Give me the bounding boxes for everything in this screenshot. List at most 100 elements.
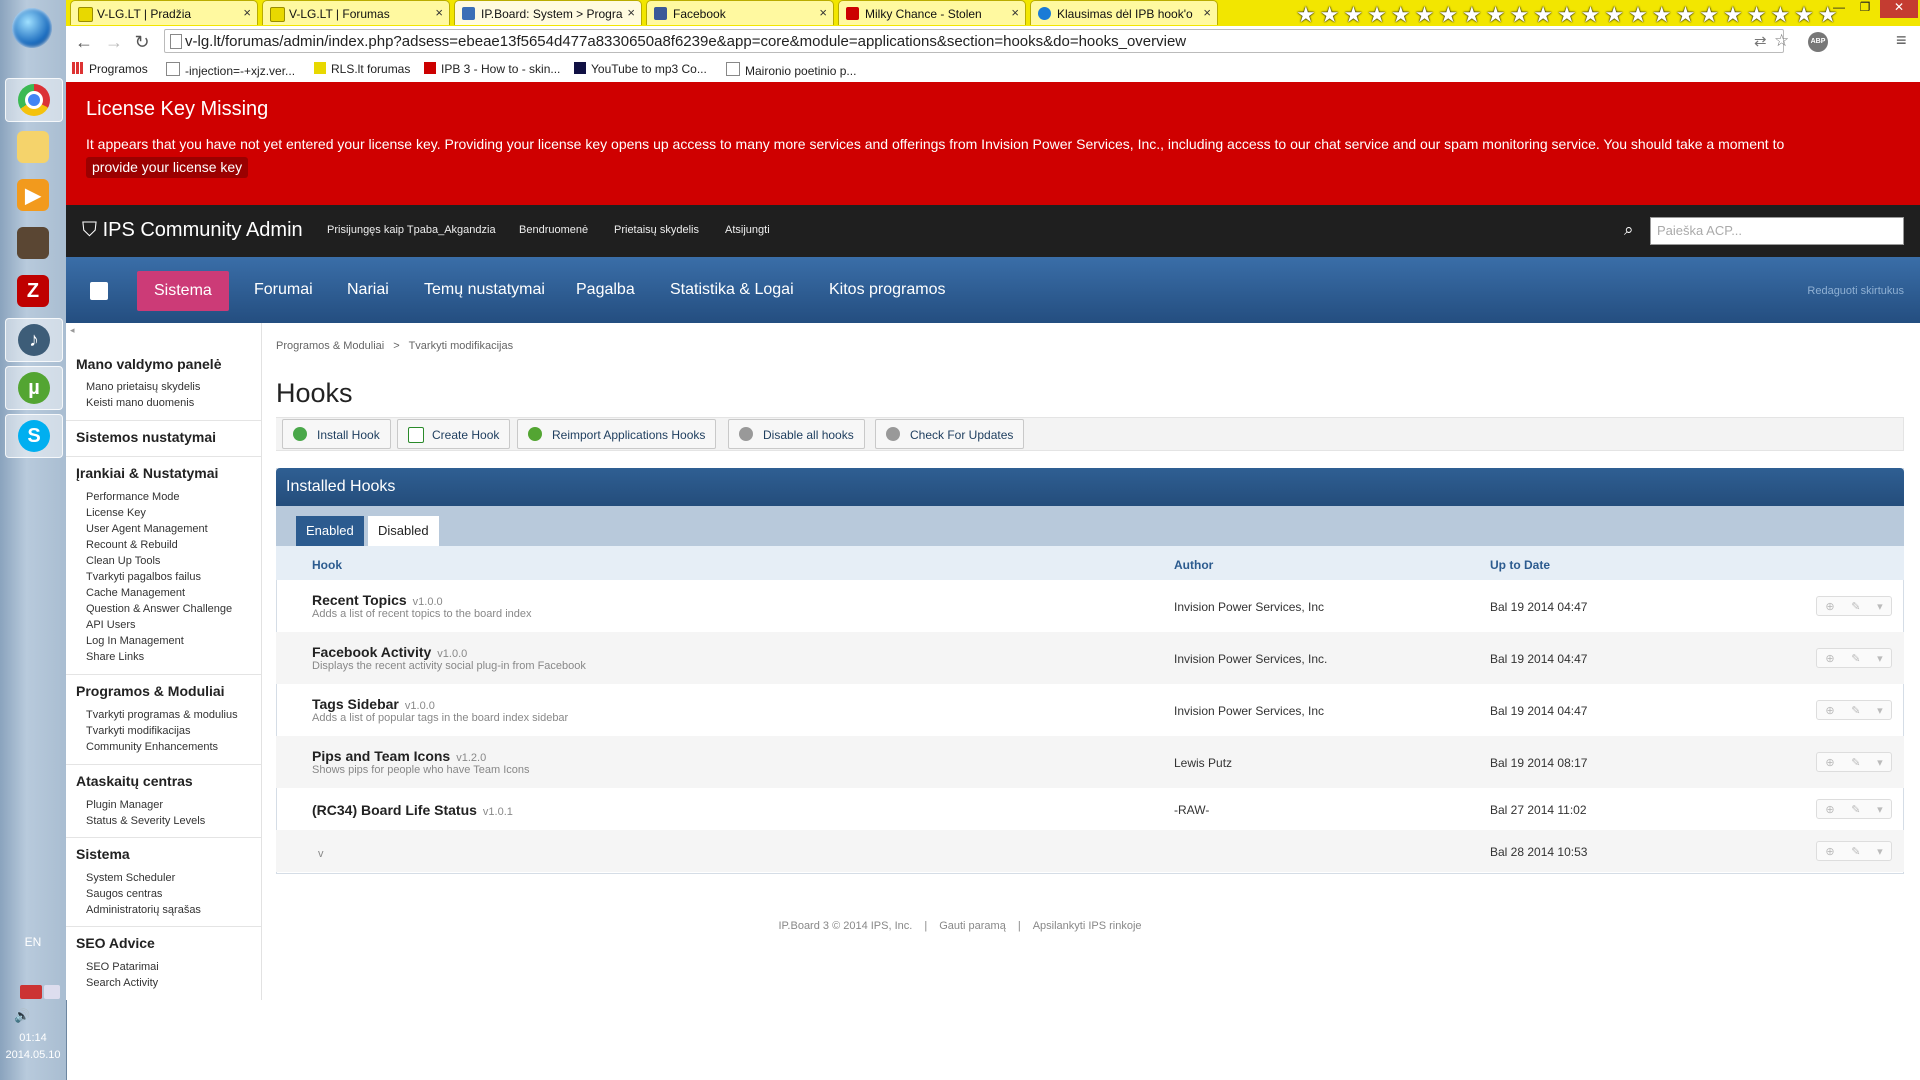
- row-actions[interactable]: ⊕ ✎ ▾: [1816, 841, 1892, 861]
- edit-icon[interactable]: ✎: [1851, 803, 1860, 816]
- ips-marketplace-link[interactable]: Apsilankyti IPS rinkoje: [1033, 920, 1142, 932]
- sidebar-item[interactable]: Cache Management: [86, 587, 185, 599]
- search-icon[interactable]: ⌕: [1624, 220, 1634, 240]
- add-icon[interactable]: ⊕: [1825, 845, 1834, 858]
- browser-tab[interactable]: Milky Chance - Stolen ×: [838, 0, 1026, 25]
- breadcrumb-current[interactable]: Tvarkyti modifikacijas: [409, 340, 514, 352]
- edit-icon[interactable]: ✎: [1851, 600, 1860, 613]
- breadcrumb-link[interactable]: Programos & Moduliai: [276, 340, 384, 352]
- add-icon[interactable]: ⊕: [1825, 756, 1834, 769]
- sidebar-item[interactable]: Question & Answer Challenge: [86, 603, 232, 615]
- row-actions[interactable]: ⊕ ✎ ▾: [1816, 752, 1892, 772]
- chevron-down-icon[interactable]: ▾: [1877, 652, 1883, 665]
- back-icon[interactable]: ←: [72, 30, 96, 54]
- sidebar-section-title[interactable]: Ataskaitų centras: [76, 773, 193, 789]
- sidebar-item[interactable]: Administratorių sąrašas: [86, 904, 201, 916]
- sidebar-item[interactable]: Tvarkyti programas & modulius: [86, 709, 238, 721]
- sidebar-item[interactable]: SEO Patarimai: [86, 961, 159, 973]
- sidebar-item[interactable]: Community Enhancements: [86, 741, 218, 753]
- avatar-app-taskbar-button[interactable]: [5, 222, 61, 264]
- sidebar-section-title[interactable]: Mano valdymo panelė: [76, 356, 221, 372]
- chevron-down-icon[interactable]: ▾: [1877, 756, 1883, 769]
- community-link[interactable]: Bendruomenė: [519, 224, 588, 236]
- chrome-taskbar-button[interactable]: [5, 78, 63, 122]
- nav-forumai[interactable]: Forumai: [254, 281, 313, 299]
- minimize-window-icon[interactable]: —: [1826, 0, 1852, 18]
- sidebar-item[interactable]: Clean Up Tools: [86, 555, 160, 567]
- logged-in-as-link[interactable]: Prisijungęs kaip Tpaba_Akgandzia: [327, 224, 496, 236]
- sidebar-section-title[interactable]: SEO Advice: [76, 935, 155, 951]
- reimport-hooks-button[interactable]: Reimport Applications Hooks: [517, 419, 717, 449]
- sidebar-item[interactable]: Tvarkyti pagalbos failus: [86, 571, 201, 583]
- sidebar-item[interactable]: Plugin Manager: [86, 799, 163, 811]
- check-updates-button[interactable]: Check For Updates: [875, 419, 1025, 449]
- sidebar-item[interactable]: Saugos centras: [86, 888, 162, 900]
- chevron-down-icon[interactable]: ▾: [1877, 600, 1883, 613]
- sidebar-section-title[interactable]: Sistemos nustatymai: [76, 429, 216, 445]
- language-indicator[interactable]: EN: [0, 935, 66, 949]
- chevron-down-icon[interactable]: ▾: [1877, 803, 1883, 816]
- add-icon[interactable]: ⊕: [1825, 704, 1834, 717]
- sidebar-item[interactable]: License Key: [86, 507, 146, 519]
- sidebar-section-title[interactable]: Programos & Moduliai: [76, 683, 225, 699]
- close-tab-icon[interactable]: ×: [627, 5, 635, 20]
- volume-icon[interactable]: 🔊: [14, 1008, 30, 1024]
- bookmark-apps[interactable]: Programos: [72, 62, 148, 76]
- sidebar-item[interactable]: System Scheduler: [86, 872, 175, 884]
- dashboard-link[interactable]: Prietaisų skydelis: [614, 224, 699, 236]
- sidebar-item[interactable]: Log In Management: [86, 635, 184, 647]
- add-icon[interactable]: ⊕: [1825, 652, 1834, 665]
- skype-taskbar-button[interactable]: S: [5, 414, 63, 458]
- edit-icon[interactable]: ✎: [1851, 845, 1860, 858]
- sidebar-section-title[interactable]: Įrankiai & Nustatymai: [76, 465, 218, 481]
- tab-disabled[interactable]: Disabled: [368, 516, 439, 546]
- bookmark-item[interactable]: -injection=-+xjz.ver...: [166, 62, 295, 78]
- row-actions[interactable]: ⊕ ✎ ▾: [1816, 596, 1892, 616]
- nav-kitos-programos[interactable]: Kitos programos: [829, 281, 946, 299]
- network-icon[interactable]: [20, 985, 42, 999]
- bookmark-item[interactable]: Maironio poetinio p...: [726, 62, 856, 78]
- close-tab-icon[interactable]: ×: [819, 5, 827, 20]
- translate-icon[interactable]: ⇄: [1754, 32, 1767, 50]
- filezilla-taskbar-button[interactable]: Z: [5, 270, 61, 312]
- provide-license-key-link[interactable]: provide your license key: [86, 157, 249, 178]
- nav-pagalba[interactable]: Pagalba: [576, 281, 635, 299]
- tab-enabled[interactable]: Enabled: [296, 516, 364, 546]
- maximize-window-icon[interactable]: ❐: [1852, 0, 1878, 18]
- acp-search-input[interactable]: Paieška ACP...: [1650, 217, 1904, 245]
- close-tab-icon[interactable]: ×: [243, 5, 251, 20]
- close-tab-icon[interactable]: ×: [435, 5, 443, 20]
- sidebar-item[interactable]: Share Links: [86, 651, 144, 663]
- sidebar-item[interactable]: Mano prietaisų skydelis: [86, 381, 200, 393]
- sidebar-section-title[interactable]: Sistema: [76, 846, 130, 862]
- browser-tab[interactable]: Facebook ×: [646, 0, 834, 25]
- edit-icon[interactable]: ✎: [1851, 704, 1860, 717]
- support-link[interactable]: Gauti paramą: [939, 920, 1006, 932]
- start-button[interactable]: [12, 8, 52, 48]
- close-tab-icon[interactable]: ×: [1011, 5, 1019, 20]
- sidebar-item[interactable]: Recount & Rebuild: [86, 539, 178, 551]
- sidebar-item[interactable]: Search Activity: [86, 977, 158, 989]
- disable-all-hooks-button[interactable]: Disable all hooks: [728, 419, 865, 449]
- audio-app-taskbar-button[interactable]: ♪: [5, 318, 63, 362]
- chevron-down-icon[interactable]: ▾: [1877, 704, 1883, 717]
- forward-icon[interactable]: →: [102, 30, 126, 54]
- logout-link[interactable]: Atsijungti: [725, 224, 770, 236]
- clock-date[interactable]: 2014.05.10: [0, 1047, 66, 1064]
- sidebar-item[interactable]: Performance Mode: [86, 491, 180, 503]
- sidebar-item[interactable]: User Agent Management: [86, 523, 208, 535]
- sidebar-item[interactable]: API Users: [86, 619, 136, 631]
- reload-icon[interactable]: ↻: [130, 30, 154, 54]
- edit-icon[interactable]: ✎: [1851, 756, 1860, 769]
- bookmark-item[interactable]: RLS.lt forumas: [314, 62, 410, 76]
- nav-sistema[interactable]: Sistema: [137, 271, 229, 311]
- install-hook-button[interactable]: Install Hook: [282, 419, 391, 449]
- row-actions[interactable]: ⊕ ✎ ▾: [1816, 799, 1892, 819]
- nav-temu-nustatymai[interactable]: Temų nustatymai: [424, 281, 545, 299]
- adblock-icon[interactable]: ABP: [1808, 32, 1828, 52]
- edit-icon[interactable]: ✎: [1851, 652, 1860, 665]
- sidebar-item[interactable]: Tvarkyti modifikacijas: [86, 725, 191, 737]
- browser-tab[interactable]: Klausimas dėl IPB hook'o ×: [1030, 0, 1218, 25]
- media-player-taskbar-button[interactable]: ▶: [5, 174, 61, 216]
- utorrent-taskbar-button[interactable]: µ: [5, 366, 63, 410]
